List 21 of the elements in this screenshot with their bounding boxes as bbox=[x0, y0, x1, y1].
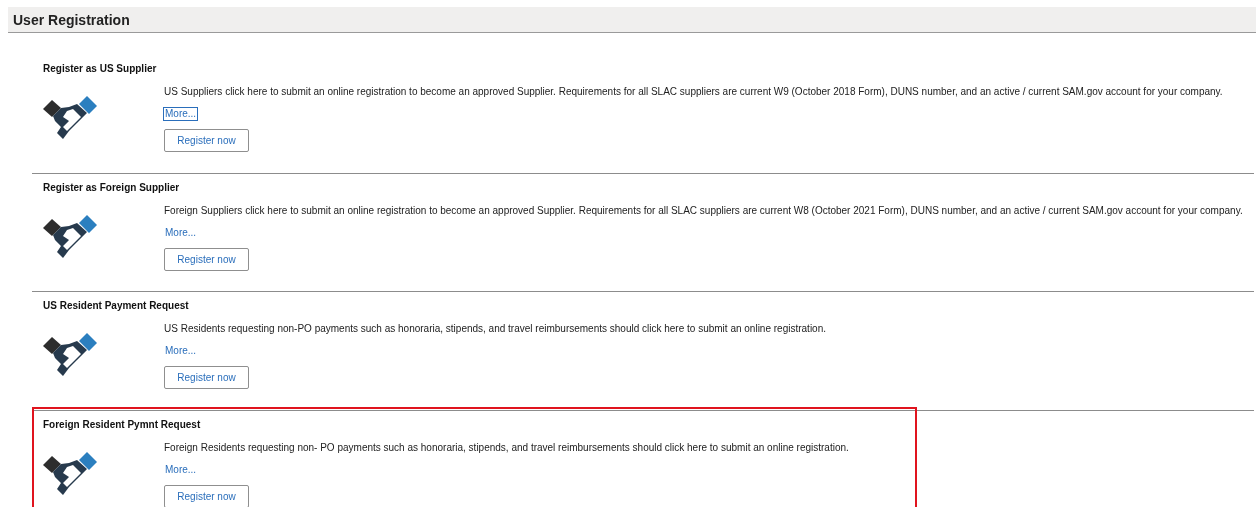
section-description: US Residents requesting non-PO payments such as honoraria, stipends, and travel reimbursements should click here to submit an online registration. bbox=[164, 322, 826, 336]
section-description: Foreign Suppliers click here to submit an online registration to become an approved Supplier. Requirements for all SLAC suppliers are current W8 (October 2021 Form), DUNS number, and an active / current SAM.gov account for your company. bbox=[164, 203, 1243, 218]
handshake-icon bbox=[43, 95, 97, 139]
section-title: US Resident Payment Request bbox=[43, 299, 190, 313]
handshake-icon bbox=[43, 450, 97, 495]
more-link[interactable]: More... bbox=[164, 463, 198, 476]
section-description: Foreign Residents requesting non- PO payments such as honoraria, stipends, and travel reimbursements should click here to submit an online registration. bbox=[164, 440, 849, 455]
more-link[interactable]: More... bbox=[164, 345, 198, 357]
more-link[interactable]: More... bbox=[164, 108, 198, 120]
section-title: Foreign Resident Pymnt Request bbox=[43, 417, 202, 432]
handshake-icon bbox=[43, 213, 97, 258]
section-description: US Suppliers click here to submit an online registration to become an approved Supplier. Requirements for all SLAC suppliers are current W9 (October 2018 Form), DUNS number, and an active / current SAM.gov account for your company. bbox=[164, 85, 1223, 99]
register-button[interactable]: Register now bbox=[164, 484, 249, 507]
page-title: User Registration bbox=[13, 11, 130, 28]
section-title: Register as US Supplier bbox=[43, 62, 158, 76]
more-link[interactable]: More... bbox=[164, 226, 198, 239]
register-button[interactable]: Register now bbox=[164, 129, 249, 152]
section-title: Register as Foreign Supplier bbox=[43, 180, 181, 195]
handshake-icon bbox=[43, 332, 97, 376]
register-button[interactable]: Register now bbox=[164, 247, 249, 271]
register-button[interactable]: Register now bbox=[164, 366, 249, 389]
